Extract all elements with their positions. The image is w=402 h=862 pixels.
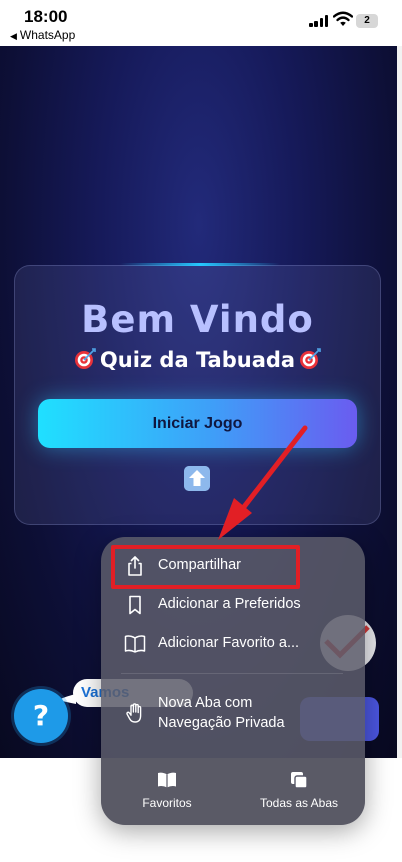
back-triangle-icon: ◀ (10, 31, 17, 41)
menu-item-add-preferred[interactable]: Adicionar a Preferidos (101, 586, 365, 624)
share-highlight-box (111, 545, 300, 589)
footer-all-tabs-label: Todas as Abas (259, 796, 339, 810)
quiz-title: Quiz da Tabuada (99, 348, 296, 372)
menu-item-add-favorite[interactable]: Adicionar Favorito a... (101, 625, 365, 663)
dart-target-icon (300, 348, 321, 369)
menu-item-label: Adicionar a Preferidos (158, 596, 301, 612)
menu-item-private-tab[interactable]: Nova Aba com Navegação Privada (101, 687, 365, 739)
start-game-button[interactable]: Iniciar Jogo (38, 399, 357, 448)
menu-item-label-line1: Nova Aba com (158, 695, 253, 711)
menu-item-label-line2: Navegação Privada (158, 715, 285, 731)
tabs-icon (291, 772, 308, 789)
back-app-label: WhatsApp (19, 28, 76, 42)
up-arrow-icon[interactable] (184, 466, 210, 491)
footer-all-tabs-button[interactable]: Todas as Abas (233, 758, 365, 825)
screen: 18:00 ◀ WhatsApp 2 Bem Vindo Quiz da Tabu… (0, 0, 402, 862)
battery-indicator: 2 (356, 14, 378, 28)
footer-favorites-label: Favoritos (142, 796, 192, 810)
page-scrollbar[interactable] (397, 46, 402, 758)
help-button[interactable]: ? (14, 689, 68, 743)
bookmark-icon (129, 595, 141, 615)
dart-target-icon (74, 348, 96, 369)
hand-icon (126, 703, 142, 723)
cellular-signal-icon (309, 14, 329, 27)
menu-footer: Favoritos Todas as Abas (101, 758, 365, 825)
book-icon (124, 635, 146, 653)
menu-divider (121, 673, 343, 674)
back-to-app-link[interactable]: ◀ WhatsApp (10, 28, 75, 42)
welcome-title: Bem Vindo (81, 298, 314, 341)
menu-item-label: Adicionar Favorito a... (158, 635, 300, 651)
status-bar: 18:00 ◀ WhatsApp 2 (0, 0, 402, 46)
card-top-glow (120, 263, 280, 266)
footer-favorites-button[interactable]: Favoritos (101, 758, 233, 825)
book-icon (158, 772, 176, 788)
status-time: 18:00 (24, 7, 68, 26)
wifi-icon (333, 11, 353, 26)
quiz-title-row: Quiz da Tabuada (14, 348, 381, 372)
